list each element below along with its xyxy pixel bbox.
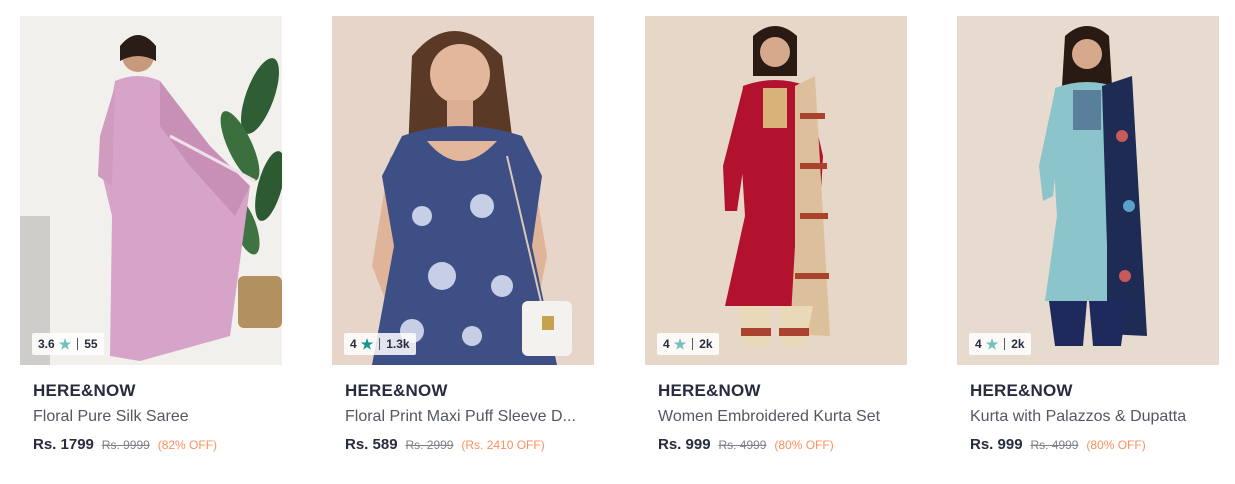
rating-value: 4 [975,337,982,351]
star-icon: ★ [360,336,374,352]
star-icon: ★ [985,336,999,352]
product-discount: (Rs. 2410 OFF) [461,438,545,452]
product-discount: (80% OFF) [774,438,834,452]
product-price: Rs. 999 [658,436,711,453]
product-photo-kurta-blue [957,16,1219,365]
product-image[interactable]: 4 ★ 1.3k [332,16,594,365]
product-price-row: Rs. 1799 Rs. 9999 (82% OFF) [33,436,282,453]
product-title[interactable]: Floral Print Maxi Puff Sleeve D... [345,408,585,426]
product-price-row: Rs. 589 Rs. 2999 (Rs. 2410 OFF) [345,436,594,453]
product-mrp: Rs. 9999 [101,438,150,452]
product-card[interactable]: 3.6 ★ 55 HERE&NOW Floral Pure Silk Saree… [20,16,282,466]
product-title[interactable]: Floral Pure Silk Saree [33,408,273,426]
product-price: Rs. 999 [970,436,1023,453]
rating-badge: 4 ★ 1.3k [344,333,416,355]
rating-count: 2k [1011,337,1025,351]
rating-count: 1.3k [386,337,410,351]
product-mrp: Rs. 4999 [1030,438,1079,452]
product-image[interactable]: 4 ★ 2k [957,16,1219,365]
product-discount: (80% OFF) [1086,438,1146,452]
rating-divider [1004,338,1006,350]
product-brand[interactable]: HERE&NOW [33,381,282,401]
star-icon: ★ [673,336,687,352]
product-brand[interactable]: HERE&NOW [658,381,907,401]
product-title[interactable]: Kurta with Palazzos & Dupatta [970,408,1210,426]
product-brand[interactable]: HERE&NOW [345,381,594,401]
product-photo-saree [20,16,282,365]
rating-divider [77,338,79,350]
product-photo-dress [332,16,594,365]
product-image[interactable]: 3.6 ★ 55 [20,16,282,365]
rating-value: 4 [350,337,357,351]
rating-value: 3.6 [38,337,55,351]
rating-count: 2k [699,337,713,351]
product-price: Rs. 1799 [33,436,94,453]
product-price-row: Rs. 999 Rs. 4999 (80% OFF) [658,436,907,453]
rating-divider [379,338,381,350]
rating-divider [692,338,694,350]
product-price: Rs. 589 [345,436,398,453]
product-title[interactable]: Women Embroidered Kurta Set [658,408,898,426]
product-price-row: Rs. 999 Rs. 4999 (80% OFF) [970,436,1219,453]
star-icon: ★ [58,336,72,352]
rating-badge: 4 ★ 2k [657,333,719,355]
product-card[interactable]: 4 ★ 1.3k HERE&NOW Floral Print Maxi Puff… [332,16,594,466]
product-card[interactable]: 4 ★ 2k HERE&NOW Kurta with Palazzos & Du… [957,16,1219,466]
product-mrp: Rs. 4999 [718,438,767,452]
rating-badge: 4 ★ 2k [969,333,1031,355]
product-card[interactable]: 4 ★ 2k HERE&NOW Women Embroidered Kurta … [645,16,907,466]
product-photo-kurta-red [645,16,907,365]
product-image[interactable]: 4 ★ 2k [645,16,907,365]
product-brand[interactable]: HERE&NOW [970,381,1219,401]
rating-badge: 3.6 ★ 55 [32,333,104,355]
product-discount: (82% OFF) [157,438,218,452]
rating-count: 55 [84,337,98,351]
product-grid: 3.6 ★ 55 HERE&NOW Floral Pure Silk Saree… [0,0,1235,484]
rating-value: 4 [663,337,670,351]
product-mrp: Rs. 2999 [405,438,454,452]
